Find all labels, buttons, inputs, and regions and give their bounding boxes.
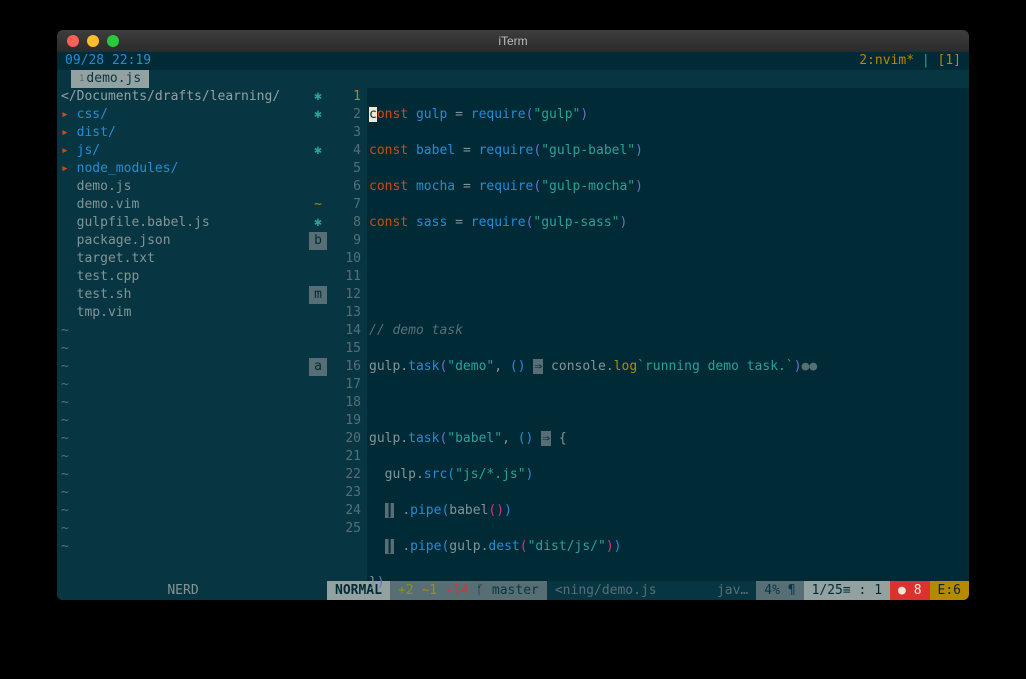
tree-folder[interactable]: ▸ js/ — [57, 142, 309, 160]
code-line: const gulp = require("gulp") — [369, 106, 969, 124]
empty-line: ~ — [57, 394, 309, 412]
tree-folder[interactable]: ▸ css/ — [57, 106, 309, 124]
tree-file[interactable]: package.json — [57, 232, 309, 250]
code-line — [369, 250, 969, 268]
tab-index: 1 — [79, 70, 84, 88]
empty-line: ~ — [57, 538, 309, 556]
empty-line: ~ — [57, 484, 309, 502]
empty-line: ~ — [57, 358, 309, 376]
code-line — [369, 394, 969, 412]
empty-line: ~ — [57, 520, 309, 538]
tab-demo-js[interactable]: 1demo.js — [71, 70, 149, 88]
tree-folder[interactable]: ▸ dist/ — [57, 124, 309, 142]
empty-line: ~ — [57, 466, 309, 484]
tree-file[interactable]: test.sh — [57, 286, 309, 304]
empty-line: ~ — [57, 376, 309, 394]
code-line: gulp.src("js/*.js") — [369, 466, 969, 484]
status-nerd: NERD — [57, 581, 309, 600]
code-editor[interactable]: const gulp = require("gulp") const babel… — [367, 88, 969, 581]
tree-file[interactable]: tmp.vim — [57, 304, 309, 322]
tree-file[interactable]: demo.vim — [57, 196, 309, 214]
empty-line: ~ — [57, 502, 309, 520]
code-line: const sass = require("gulp-sass") — [369, 214, 969, 232]
titlebar[interactable]: iTerm — [57, 30, 969, 52]
tabbar: 1demo.js — [57, 70, 969, 88]
empty-line: ~ — [57, 412, 309, 430]
tmux-statusbar: 09/28 22:19 2:nvim* | [1] — [57, 52, 969, 70]
line-numbers: 1 2 3 4 5 6 7 8 9 10 11 12 13 14 15 16 1… — [327, 88, 367, 581]
code-line: const mocha = require("gulp-mocha") — [369, 178, 969, 196]
datetime: 09/28 22:19 — [65, 52, 151, 70]
nerdtree-sidebar[interactable]: </Documents/drafts/learning/ ▸ css/ ▸ di… — [57, 88, 309, 581]
code-line: }) — [369, 574, 969, 592]
code-line — [369, 286, 969, 304]
code-line: // demo task — [369, 322, 969, 340]
session-count: [1] — [938, 53, 961, 68]
code-line: gulp.task("babel", () ⇒ { — [369, 430, 969, 448]
code-line: gulp.task("demo", () ⇒ console.log`runni… — [369, 358, 969, 376]
empty-line: ~ — [57, 448, 309, 466]
window-title: iTerm — [57, 34, 969, 48]
empty-line: ~ — [57, 340, 309, 358]
terminal-window: iTerm 09/28 22:19 2:nvim* | [1] 1demo.js… — [57, 30, 969, 600]
tree-file[interactable]: gulpfile.babel.js — [57, 214, 309, 232]
tree-file[interactable]: test.cpp — [57, 268, 309, 286]
separator: | — [922, 53, 938, 68]
tree-folder[interactable]: ▸ node_modules/ — [57, 160, 309, 178]
empty-line: ~ — [57, 430, 309, 448]
empty-line: ~ — [57, 322, 309, 340]
editor-main: </Documents/drafts/learning/ ▸ css/ ▸ di… — [57, 88, 969, 581]
code-line: ┃ .pipe(gulp.dest("dist/js/")) — [369, 538, 969, 556]
session-name: 2:nvim* — [859, 53, 914, 68]
tree-root[interactable]: </Documents/drafts/learning/ — [57, 88, 309, 106]
code-line: ┃ .pipe(babel()) — [369, 502, 969, 520]
sign-column: ✱ ✱ ✱ ~ ✱ b m a — [309, 88, 327, 581]
tree-file[interactable]: demo.js — [57, 178, 309, 196]
tree-file[interactable]: target.txt — [57, 250, 309, 268]
code-line: const babel = require("gulp-babel") — [369, 142, 969, 160]
tab-name: demo.js — [86, 70, 141, 88]
